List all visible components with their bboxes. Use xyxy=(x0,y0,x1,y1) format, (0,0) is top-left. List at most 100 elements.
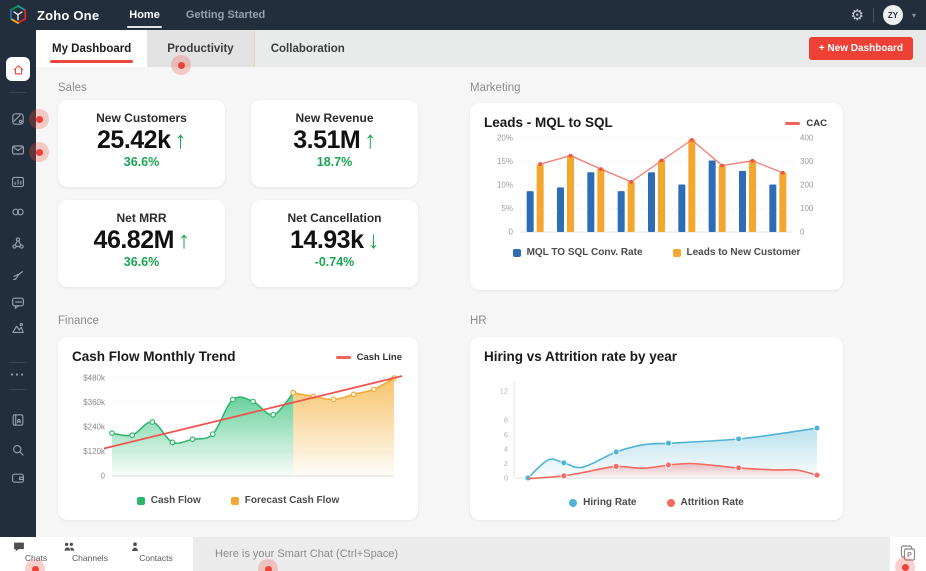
svg-text:12: 12 xyxy=(500,387,508,396)
share-icon xyxy=(12,237,24,249)
finance-legend: Cash Flow Forecast Cash Flow xyxy=(72,495,404,506)
topbar-right: ⚙ ZY ▾ xyxy=(851,5,926,25)
legend-label: Cash Flow xyxy=(150,495,201,506)
bottombar-tab-label: Channels xyxy=(72,553,108,563)
kpi-value: 3.51M ↑ xyxy=(293,126,376,154)
sidebar-divider xyxy=(9,92,27,93)
sidebar-item-wallet[interactable] xyxy=(0,464,36,492)
settings-gear-icon[interactable]: ⚙ xyxy=(851,8,864,23)
svg-text:4: 4 xyxy=(504,445,508,454)
kpi-value: 46.82M ↑ xyxy=(93,226,190,254)
avatar-caret-icon[interactable]: ▾ xyxy=(912,11,916,20)
apps-icon xyxy=(12,113,24,125)
legend-item-hiring-rate: Hiring Rate xyxy=(569,497,637,508)
cac-line-swatch xyxy=(785,122,801,125)
hr-chart-card: Hiring vs Attrition rate by year 12 8 6 4 2 0… xyxy=(470,337,843,520)
legend-item-mql-to-sql-conv-rate: MQL TO SQL Conv. Rate xyxy=(512,247,643,258)
legend-item-forecast-cash-flow: Forecast Cash Flow xyxy=(230,495,339,506)
kpi-change: 36.6% xyxy=(123,154,160,169)
sidebar-item-mail[interactable] xyxy=(0,136,36,164)
topnav-getting-started[interactable]: Getting Started xyxy=(186,0,265,30)
bottombar-tab-contacts[interactable]: Contacts xyxy=(128,540,184,563)
smart-chat-input[interactable]: Here is your Smart Chat (Ctrl+Space) xyxy=(193,537,890,571)
section-title-sales: Sales xyxy=(58,82,87,94)
bottombar-tab-channels[interactable]: Channels xyxy=(62,540,118,563)
kpi-card-new-customers[interactable]: New Customers 25.42k ↑ 36.6% xyxy=(58,100,225,187)
kpi-card-net-cancellation[interactable]: Net Cancellation 14.93k ↓ -0.74% xyxy=(251,200,418,287)
legend-label: Hiring Rate xyxy=(583,497,637,508)
legend-swatch xyxy=(136,496,145,505)
svg-text:15%: 15% xyxy=(497,157,513,166)
sidebar-item-directory[interactable] xyxy=(0,406,36,434)
tab-collaboration[interactable]: Collaboration xyxy=(255,30,361,67)
kpi-label: Net MRR xyxy=(116,211,167,225)
kpi-label: Net Cancellation xyxy=(287,211,382,225)
sign-icon xyxy=(13,271,24,281)
sidebar-item-analytics[interactable] xyxy=(0,314,36,342)
bottombar-tab-chats[interactable]: Chats xyxy=(12,540,60,563)
arrow-up-icon: ↑ xyxy=(364,127,376,154)
directory-icon xyxy=(12,414,24,426)
sidebar-divider xyxy=(9,389,27,390)
legend-swatch xyxy=(666,498,675,507)
more-icon: ●●● xyxy=(10,372,26,378)
contacts-icon xyxy=(132,542,138,552)
marketing-chart[interactable]: 20% 400 15% 300 10% 200 5% 100 0 0 xyxy=(484,130,829,246)
new-dashboard-button[interactable]: + New Dashboard xyxy=(808,37,913,60)
tab-strip: My Dashboard Productivity Collaboration xyxy=(36,30,361,67)
legend-swatch xyxy=(569,498,578,507)
svg-text:0: 0 xyxy=(101,472,106,481)
cash-line-label: Cash Line xyxy=(356,352,402,363)
svg-text:0: 0 xyxy=(509,228,514,237)
marketing-legend: MQL TO SQL Conv. Rate Leads to New Custom… xyxy=(484,247,829,258)
sidebar-item-home[interactable] xyxy=(6,57,30,81)
zoho-one-logo xyxy=(9,5,27,24)
bottombar-tab-label: Chats xyxy=(24,553,48,563)
topbar-divider xyxy=(872,7,874,23)
svg-text:100: 100 xyxy=(800,204,814,213)
sidebar-item-share[interactable] xyxy=(0,229,36,257)
sidebar-item-more[interactable]: ●●● xyxy=(0,361,36,389)
sidebar-item-link[interactable] xyxy=(0,198,36,226)
hr-legend: Hiring Rate Attrition Rate xyxy=(484,497,829,508)
svg-text:$480k: $480k xyxy=(83,374,106,383)
kpi-value: 25.42k ↑ xyxy=(97,126,186,154)
kpi-change: 18.7% xyxy=(316,154,353,169)
svg-text:2: 2 xyxy=(504,459,508,468)
cac-line-label: CAC xyxy=(806,118,827,129)
dashboard-content: Sales New Customers 25.42k ↑ 36.6% New Reven… xyxy=(36,67,926,537)
legend-label: Leads to New Customer xyxy=(686,247,801,258)
finance-chart[interactable]: $480k $360k $240k $120k 0 xyxy=(72,364,404,494)
arrow-up-icon: ↑ xyxy=(177,227,190,254)
cash-line-swatch xyxy=(335,356,351,359)
legend-label: MQL TO SQL Conv. Rate xyxy=(526,247,643,258)
kpi-card-new-revenue[interactable]: New Revenue 3.51M ↑ 18.7% xyxy=(251,100,418,187)
bottombar-tab-label: Contacts xyxy=(139,553,173,563)
legend-item-attrition-rate: Attrition Rate xyxy=(666,497,744,508)
sidebar-item-reports[interactable] xyxy=(0,168,36,196)
hr-chart[interactable]: 12 8 6 4 2 0 xyxy=(484,372,829,496)
smart-chat-bar: Here is your Smart Chat (Ctrl+Space) P C… xyxy=(0,537,926,571)
svg-text:5%: 5% xyxy=(501,204,513,213)
section-title-finance: Finance xyxy=(58,315,99,327)
marketing-top-legend: CAC xyxy=(785,118,827,129)
svg-text:6: 6 xyxy=(504,430,508,439)
topnav-home[interactable]: Home xyxy=(127,0,162,30)
sidebar-item-chat[interactable] xyxy=(0,289,36,317)
brand-name: Zoho One xyxy=(37,7,100,23)
kpi-label: New Revenue xyxy=(295,111,374,125)
scratchpad-icon[interactable]: P xyxy=(899,544,917,562)
tab-my-dashboard[interactable]: My Dashboard xyxy=(36,30,148,67)
svg-text:20%: 20% xyxy=(497,134,513,143)
svg-text:8: 8 xyxy=(504,416,508,425)
tab-productivity[interactable]: Productivity xyxy=(147,30,255,67)
dashboard-tabbar: My Dashboard Productivity Collaboration + … xyxy=(36,30,926,67)
sidebar-item-search[interactable] xyxy=(0,436,36,464)
arrow-down-icon: ↓ xyxy=(367,227,379,254)
kpi-change: -0.74% xyxy=(314,254,355,269)
user-avatar[interactable]: ZY xyxy=(882,5,903,25)
sidebar-item-apps[interactable] xyxy=(0,105,36,133)
chats-icon xyxy=(14,542,24,552)
kpi-card-net-mrr[interactable]: Net MRR 46.82M ↑ 36.6% xyxy=(58,200,225,287)
sidebar-item-sign[interactable] xyxy=(0,261,36,289)
